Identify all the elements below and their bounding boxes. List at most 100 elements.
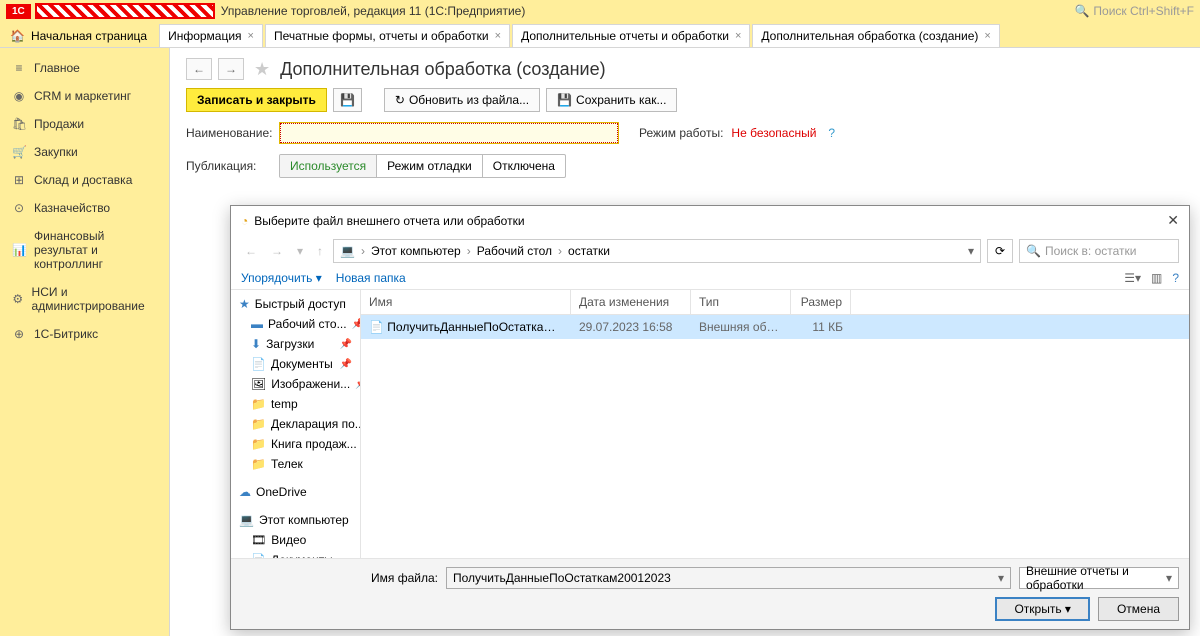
file-name: ПолучитьДанныеПоОстаткам20012023 <box>387 320 571 334</box>
tree-temp[interactable]: 📁 temp <box>231 394 360 414</box>
mode-value: Не безопасный <box>731 126 816 140</box>
grid-icon: ⊞ <box>12 173 26 187</box>
sidebar-item-crm[interactable]: ◉CRM и маркетинг <box>0 82 169 110</box>
chevron-down-icon[interactable]: ▾ <box>968 244 974 258</box>
save-as-button[interactable]: 💾Сохранить как... <box>546 88 677 112</box>
refresh-icon: ↻ <box>395 93 405 107</box>
tree-quick-access[interactable]: ★Быстрый доступ <box>231 294 360 314</box>
chevron-right-icon: › <box>467 244 471 258</box>
tree-declaration[interactable]: 📁Декларация по... <box>231 414 360 434</box>
tab-label: Дополнительные отчеты и обработки <box>521 29 729 43</box>
file-list: Имя Дата изменения Тип Размер 📄 Получить… <box>361 290 1189 558</box>
filename-input[interactable]: ПолучитьДанныеПоОстаткам20012023 ▾ <box>446 567 1011 589</box>
nav-up-button[interactable]: ↑ <box>313 242 327 260</box>
col-name[interactable]: Имя <box>361 290 571 314</box>
nav-back-button[interactable]: ← <box>241 242 261 260</box>
tree-downloads[interactable]: ⬇Загрузки📌 <box>231 334 360 354</box>
organize-menu[interactable]: Упорядочить ▾ <box>241 271 322 285</box>
pub-debug[interactable]: Режим отладки <box>377 155 483 177</box>
dialog-search[interactable]: 🔍 Поиск в: остатки <box>1019 239 1179 263</box>
pub-used[interactable]: Используется <box>280 155 377 177</box>
nav-forward-button[interactable]: → <box>267 242 287 260</box>
breadcrumb[interactable]: 💻 › Этот компьютер › Рабочий стол › оста… <box>333 239 981 263</box>
tree-salesbook[interactable]: 📁Книга продаж... <box>231 434 360 454</box>
sidebar: ≡Главное ◉CRM и маркетинг 🛍Продажи 🛒Заку… <box>0 48 170 636</box>
crumb[interactable]: Рабочий стол <box>477 244 552 258</box>
chevron-down-icon[interactable]: ▾ <box>998 571 1004 585</box>
dialog-close-button[interactable]: ✕ <box>1167 212 1179 229</box>
folder-tree: ★Быстрый доступ ▬Рабочий сто...📌 ⬇Загруз… <box>231 290 361 558</box>
sidebar-item-main[interactable]: ≡Главное <box>0 54 169 82</box>
crumb[interactable]: Этот компьютер <box>371 244 461 258</box>
pub-disabled[interactable]: Отключена <box>483 155 565 177</box>
pc-icon: 💻 <box>340 244 355 258</box>
tab-ext-reports[interactable]: Дополнительные отчеты и обработки × <box>512 24 750 47</box>
tab-info[interactable]: Информация × <box>159 24 263 47</box>
chevron-down-icon[interactable]: ▾ <box>293 242 307 260</box>
save-button[interactable]: 💾 <box>333 88 362 112</box>
help-icon[interactable]: ? <box>828 126 835 140</box>
close-icon[interactable]: × <box>495 30 501 42</box>
preview-pane-button[interactable]: ▥ <box>1151 271 1162 285</box>
sidebar-item-purchases[interactable]: 🛒Закупки <box>0 138 169 166</box>
label: OneDrive <box>256 485 307 499</box>
help-button[interactable]: ? <box>1172 271 1179 285</box>
tree-documents[interactable]: 📄Документы📌 <box>231 354 360 374</box>
folder-icon: 📁 <box>251 397 266 411</box>
open-button[interactable]: Открыть ▾ <box>995 597 1090 621</box>
crumb[interactable]: остатки <box>568 244 610 258</box>
global-search[interactable]: 🔍 Поиск Ctrl+Shift+F <box>1074 4 1194 18</box>
col-type[interactable]: Тип <box>691 290 791 314</box>
close-icon[interactable]: × <box>735 30 741 42</box>
tab-home[interactable]: 🏠 Начальная страница <box>0 25 157 47</box>
col-date[interactable]: Дата изменения <box>571 290 691 314</box>
app-1c-icon: ◔ <box>241 214 248 228</box>
cloud-icon: ☁ <box>239 485 251 499</box>
folder-icon: 📁 <box>251 417 266 431</box>
tree-this-pc[interactable]: 💻Этот компьютер <box>231 510 360 530</box>
tree-videos[interactable]: 🎞Видео <box>231 530 360 550</box>
search-placeholder: Поиск Ctrl+Shift+F <box>1093 4 1194 18</box>
sidebar-label: 1С-Битрикс <box>34 327 98 341</box>
sidebar-item-bitrix[interactable]: ⊕1С-Битрикс <box>0 320 169 348</box>
tree-desktop[interactable]: ▬Рабочий сто...📌 <box>231 314 360 334</box>
sidebar-item-warehouse[interactable]: ⊞Склад и доставка <box>0 166 169 194</box>
sidebar-item-admin[interactable]: ⚙НСИ и администрирование <box>0 278 169 320</box>
sidebar-item-sales[interactable]: 🛍Продажи <box>0 110 169 138</box>
forward-button[interactable]: → <box>218 58 244 80</box>
name-input[interactable] <box>279 122 619 144</box>
label: Этот компьютер <box>259 513 349 527</box>
label: temp <box>271 397 298 411</box>
tab-print-forms[interactable]: Печатные формы, отчеты и обработки× <box>265 24 510 47</box>
tab-ext-processing-new[interactable]: Дополнительная обработка (создание)× <box>752 24 999 47</box>
refresh-button[interactable]: ⟳ <box>987 239 1013 263</box>
star-icon[interactable]: ★ <box>254 59 270 80</box>
coin-icon: ⊙ <box>12 201 26 215</box>
filetype-select[interactable]: Внешние отчеты и обработки ▾ <box>1019 567 1179 589</box>
cancel-button[interactable]: Отмена <box>1098 597 1179 621</box>
tree-telek[interactable]: 📁Телек <box>231 454 360 474</box>
update-from-file-button[interactable]: ↻Обновить из файла... <box>384 88 540 112</box>
close-icon[interactable]: × <box>984 30 990 42</box>
folder-icon: 📁 <box>251 437 266 451</box>
back-button[interactable]: ← <box>186 58 212 80</box>
tab-label: Информация <box>168 29 241 43</box>
file-row[interactable]: 📄 ПолучитьДанныеПоОстаткам20012023 29.07… <box>361 315 1189 339</box>
chevron-down-icon[interactable]: ▾ <box>1166 571 1172 585</box>
sidebar-item-treasury[interactable]: ⊙Казначейство <box>0 194 169 222</box>
sidebar-item-finance[interactable]: 📊Финансовый результат и контроллинг <box>0 222 169 278</box>
mode-label: Режим работы: <box>639 126 723 140</box>
chevron-right-icon: › <box>558 244 562 258</box>
publication-toggle: Используется Режим отладки Отключена <box>279 154 566 178</box>
save-and-close-button[interactable]: Записать и закрыть <box>186 88 327 112</box>
view-mode-button[interactable]: ☰▾ <box>1124 271 1141 285</box>
doc-icon: 📄 <box>251 357 266 371</box>
new-folder-button[interactable]: Новая папка <box>336 271 406 285</box>
tree-pictures[interactable]: 🖼Изображени...📌 <box>231 374 360 394</box>
search-placeholder: Поиск в: остатки <box>1045 244 1137 258</box>
tree-onedrive[interactable]: ☁ OneDrive <box>231 482 360 502</box>
close-icon[interactable]: × <box>248 30 254 42</box>
tree-documents2[interactable]: 📄Документы <box>231 550 360 558</box>
sidebar-label: Главное <box>34 61 80 75</box>
col-size[interactable]: Размер <box>791 290 851 314</box>
